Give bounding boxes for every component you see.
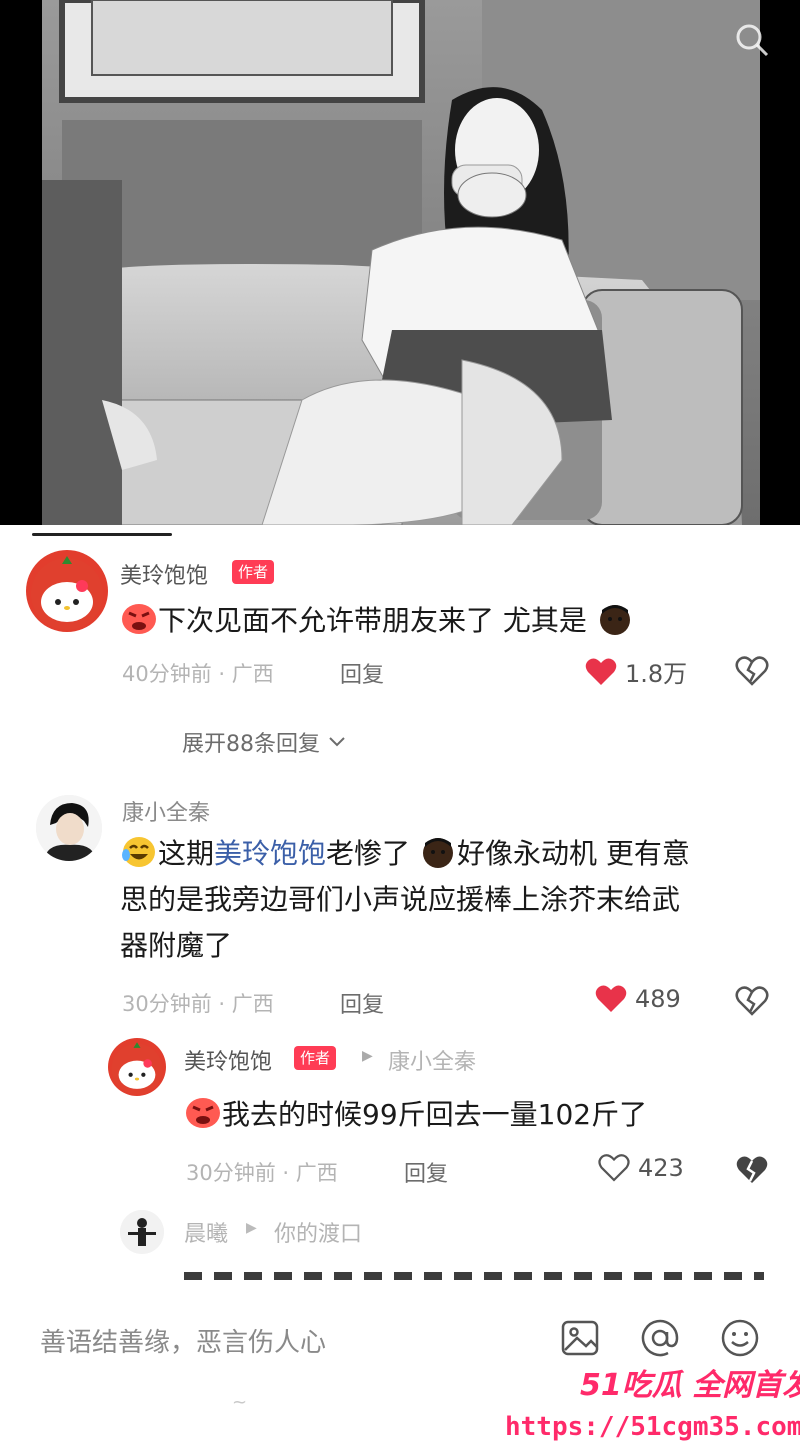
like-button[interactable]: 489 [595, 984, 681, 1014]
post-image[interactable] [0, 0, 800, 525]
reply-text: 我去的时候99斤回去一量102斤了 [184, 1092, 647, 1138]
avatar[interactable] [108, 1038, 166, 1096]
like-button[interactable]: 1.8万 [585, 654, 687, 689]
broken-heart-icon[interactable] [735, 986, 769, 1016]
reply-button[interactable]: 回复 [404, 1156, 448, 1188]
username[interactable]: 康小全秦 [122, 795, 210, 827]
author-badge: 作者 [294, 1046, 337, 1070]
like-count: 1.8万 [625, 660, 688, 688]
heart-filled-icon [595, 985, 627, 1012]
reply-button[interactable]: 回复 [340, 987, 384, 1019]
watermark-url: https://51cgm35.com [505, 1412, 800, 1442]
reply-to-username[interactable]: 康小全秦 [388, 1044, 476, 1076]
comment-item: 康小全秦 这期美玲饱饱老惨了 好像永动机 更有意 思的是我旁边哥们小声说应援棒上… [0, 785, 800, 1025]
search-icon[interactable] [732, 20, 772, 60]
faded-text: ~ [232, 1392, 248, 1413]
dark-skin-man-emoji-icon [599, 605, 630, 635]
emoji-icon[interactable] [720, 1318, 760, 1358]
at-mention-icon[interactable] [640, 1318, 680, 1358]
watermark-logo: 51吃瓜 全网首发 [580, 1368, 800, 1403]
illustration-image [42, 0, 760, 525]
broken-heart-filled-icon[interactable] [735, 1155, 769, 1185]
comment-text: 下次见面不允许带朋友来了 尤其是 [120, 598, 634, 644]
image-icon[interactable] [560, 1318, 600, 1358]
avatar[interactable] [120, 1210, 164, 1254]
comment-item: 美玲饱饱 作者 下次见面不允许带朋友来了 尤其是 40分钟前 · 广西 回复 1… [0, 540, 800, 780]
reply-arrow-icon: ▶ [246, 1220, 257, 1236]
like-button[interactable]: 423 [598, 1153, 684, 1183]
username[interactable]: 晨曦 [184, 1216, 228, 1248]
comment-input[interactable]: 善语结善缘，恶言伤人心 [40, 1322, 326, 1359]
comment-text: 这期美玲饱饱老惨了 好像永动机 更有意 思的是我旁边哥们小声说应援棒上涂芥末给武… [120, 837, 690, 962]
username[interactable]: 美玲饱饱 [120, 558, 208, 590]
broken-heart-icon[interactable] [735, 656, 769, 686]
reply-item: 晨曦 ▶ 你的渡口 [0, 1200, 800, 1280]
mention-link[interactable]: 美玲饱饱 [214, 837, 326, 870]
like-count: 489 [635, 985, 681, 1013]
chevron-down-icon [329, 737, 345, 747]
expand-replies-button[interactable]: 展开88条回复 [182, 726, 346, 758]
reply-meta: 30分钟前 · 广西 [186, 1161, 338, 1185]
author-badge: 作者 [232, 560, 275, 584]
angry-emoji-icon [122, 604, 156, 634]
comment-meta: 30分钟前 · 广西 [122, 992, 274, 1016]
reply-text-cutoff [184, 1266, 764, 1280]
reply-arrow-icon: ▶ [362, 1048, 373, 1064]
reply-button[interactable]: 回复 [340, 657, 384, 689]
avatar[interactable] [26, 550, 108, 632]
heart-outline-icon [598, 1154, 630, 1182]
dark-skin-man-emoji-icon [422, 838, 453, 868]
image-progress-indicator [32, 533, 172, 536]
like-count: 423 [638, 1154, 684, 1182]
avatar[interactable] [36, 795, 102, 861]
reply-item: 美玲饱饱 作者 ▶ 康小全秦 我去的时候99斤回去一量102斤了 30分钟前 ·… [0, 1032, 800, 1192]
reply-to-username[interactable]: 你的渡口 [274, 1216, 362, 1248]
heart-filled-icon [585, 658, 617, 685]
angry-emoji-icon [186, 1098, 220, 1128]
username[interactable]: 美玲饱饱 [184, 1044, 272, 1076]
comment-meta: 40分钟前 · 广西 [122, 662, 274, 686]
laughing-crying-emoji-icon [122, 837, 155, 867]
